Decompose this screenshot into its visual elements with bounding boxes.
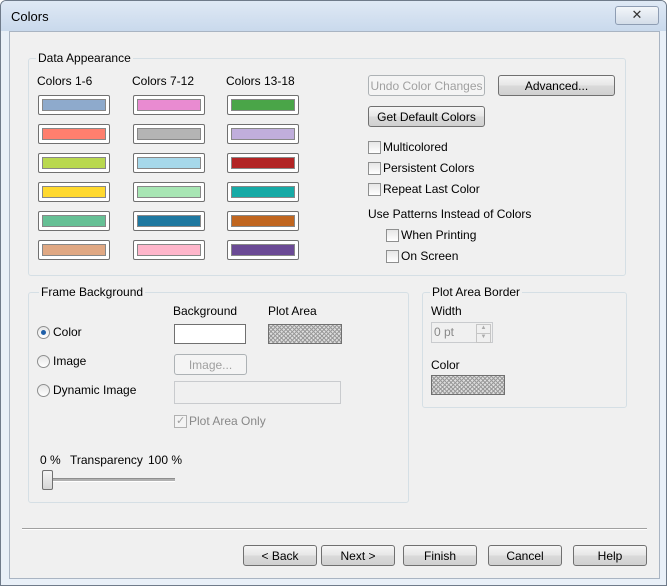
persistent-colors-label: Persistent Colors [383,161,475,175]
repeat-last-color-label: Repeat Last Color [383,182,480,196]
color-swatch-18[interactable] [227,240,299,260]
width-label: Width [431,304,462,318]
persistent-colors-checkbox[interactable] [368,162,381,175]
color-swatch-fill [42,157,106,169]
color-swatch-17[interactable] [227,211,299,231]
color-swatch-fill [137,186,201,198]
color-swatch-fill [42,244,106,256]
when-printing-label: When Printing [401,228,477,242]
color-swatch-fill [231,186,295,198]
color-swatch-2[interactable] [38,124,110,144]
dynamic-image-radio-label: Dynamic Image [53,383,137,397]
dynamic-image-radio[interactable] [37,384,50,397]
background-color-swatch[interactable] [174,324,246,344]
close-icon[interactable]: ✕ [615,6,659,25]
color-swatch-12[interactable] [133,240,205,260]
color-swatch-fill [137,157,201,169]
color-swatch-fill [231,157,295,169]
color-swatch-4[interactable] [38,182,110,202]
color-swatch-14[interactable] [227,124,299,144]
colors-1-6-label: Colors 1-6 [37,74,93,88]
color-swatch-8[interactable] [133,124,205,144]
window-title: Colors [11,9,49,24]
color-radio[interactable] [37,326,50,339]
color-swatch-fill [137,128,201,140]
width-spinner[interactable]: 0 pt ▲ ▼ [431,322,493,343]
colors-7-12-label: Colors 7-12 [132,74,195,88]
color-swatch-fill [231,215,295,227]
colors-dialog: Colors ✕ Data Appearance Colors 1-6 Colo… [0,0,667,586]
color-swatch-5[interactable] [38,211,110,231]
transparency-max-label: 100 % [148,453,183,467]
transparency-slider-thumb[interactable] [42,470,53,490]
advanced-button[interactable]: Advanced... [498,75,615,96]
image-radio[interactable] [37,355,50,368]
color-swatch-fill [137,215,201,227]
background-label: Background [173,304,238,318]
data-appearance-label: Data Appearance [36,51,133,65]
colors-13-18-label: Colors 13-18 [226,74,295,88]
color-swatch-13[interactable] [227,95,299,115]
color-swatch-fill [231,128,295,140]
cancel-button[interactable]: Cancel [488,545,562,566]
plot-area-color-swatch[interactable] [268,324,342,344]
plot-area-border-group: Plot Area Border Width 0 pt ▲ ▼ Color [422,285,627,408]
plot-area-label: Plot Area [268,304,317,318]
transparency-label: Transparency [70,453,143,467]
color-swatch-fill [42,128,106,140]
color-swatch-6[interactable] [38,240,110,260]
plot-area-only-checkbox[interactable] [174,414,187,428]
title-bar: Colors ✕ [1,1,666,31]
color-swatch-9[interactable] [133,153,205,173]
color-swatch-fill [42,186,106,198]
data-appearance-group: Data Appearance Colors 1-6 Colors 7-12 C… [28,51,626,276]
next-button[interactable]: Next > [321,545,395,566]
plot-area-border-label: Plot Area Border [430,285,523,299]
color-swatch-7[interactable] [133,95,205,115]
dialog-body: Data Appearance Colors 1-6 Colors 7-12 C… [9,31,660,579]
transparency-min-label: 0 % [40,453,61,467]
when-printing-checkbox[interactable] [386,229,399,242]
color-swatch-3[interactable] [38,153,110,173]
image-radio-label: Image [53,354,87,368]
patterns-label: Use Patterns Instead of Colors [368,207,532,221]
border-color-swatch[interactable] [431,375,505,395]
on-screen-checkbox[interactable] [386,250,399,263]
width-value: 0 pt [434,325,455,339]
frame-background-group: Frame Background Background Plot Area Co… [28,285,409,503]
spin-down-icon[interactable]: ▼ [476,333,491,343]
image-button[interactable]: Image... [174,354,247,375]
undo-color-changes-button[interactable]: Undo Color Changes [368,75,485,96]
frame-background-label: Frame Background [39,285,146,299]
color-radio-label: Color [53,325,82,339]
footer-separator [22,528,647,530]
color-swatch-16[interactable] [227,182,299,202]
color-swatch-fill [42,99,106,111]
color-swatch-11[interactable] [133,211,205,231]
back-button[interactable]: < Back [243,545,317,566]
transparency-slider-track[interactable] [42,478,175,482]
multicolored-label: Multicolored [383,140,448,154]
color-swatch-15[interactable] [227,153,299,173]
on-screen-label: On Screen [401,249,459,263]
border-color-label: Color [431,358,460,372]
get-default-colors-button[interactable]: Get Default Colors [368,106,485,127]
color-swatch-fill [42,215,106,227]
color-swatch-fill [231,99,295,111]
repeat-last-color-checkbox[interactable] [368,183,381,196]
multicolored-checkbox[interactable] [368,141,381,154]
color-swatch-fill [231,244,295,256]
color-swatch-fill [137,99,201,111]
color-swatch-fill [137,244,201,256]
help-button[interactable]: Help [573,545,647,566]
color-swatch-1[interactable] [38,95,110,115]
dynamic-image-field[interactable] [174,381,341,404]
plot-area-only-label: Plot Area Only [189,414,266,428]
finish-button[interactable]: Finish [403,545,477,566]
color-swatch-10[interactable] [133,182,205,202]
